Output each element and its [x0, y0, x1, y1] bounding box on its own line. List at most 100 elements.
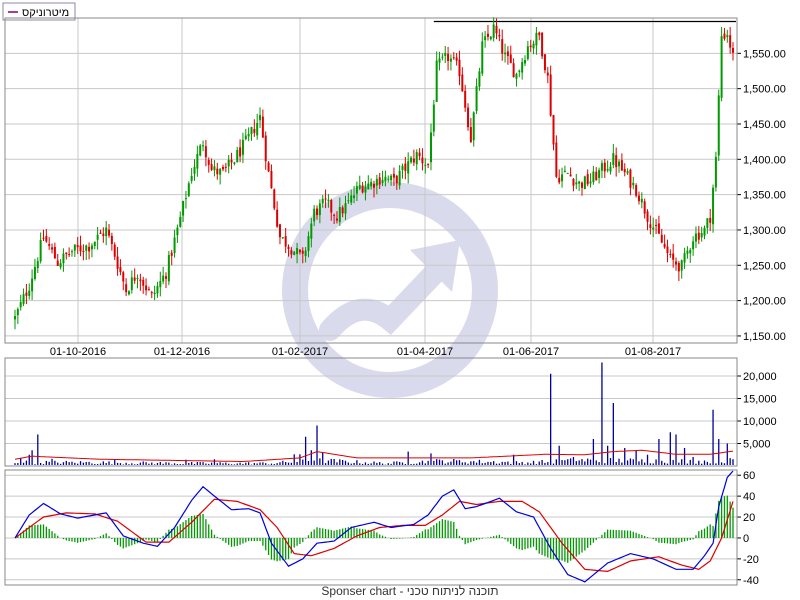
candle-body	[145, 285, 148, 291]
candle-body	[455, 57, 458, 61]
candle-body	[717, 95, 720, 156]
candle-body	[609, 166, 612, 172]
candle-body	[689, 249, 692, 254]
candle-body	[464, 90, 467, 108]
candle-body	[561, 174, 564, 182]
candle-body	[492, 24, 495, 38]
candle-body	[335, 218, 338, 221]
candle-body	[387, 178, 390, 180]
price-candle	[541, 32, 544, 60]
candle-body	[167, 255, 170, 282]
candle-body	[632, 182, 635, 186]
candle-body	[293, 251, 296, 255]
price-y-tick-label: 1,350.00	[743, 190, 786, 202]
candle-body	[264, 135, 267, 162]
candle-body	[159, 280, 162, 288]
candle-body	[629, 169, 632, 188]
candle-body	[247, 133, 250, 137]
candle-body	[139, 279, 142, 282]
macd-y-tick-label: 40	[743, 491, 755, 503]
candle-body	[407, 161, 410, 174]
candle-body	[618, 161, 621, 167]
candle-body	[512, 63, 515, 78]
candle-body	[204, 146, 207, 158]
price-x-tick-label: 01-08-2017	[625, 346, 681, 358]
candle-body	[162, 275, 165, 282]
candle-body	[278, 224, 281, 238]
candle-body	[495, 25, 498, 34]
candle-body	[449, 58, 452, 62]
candle-body	[572, 178, 575, 186]
price-y-tick-label: 1,400.00	[743, 154, 786, 166]
candle-body	[73, 244, 76, 251]
candle-body	[501, 39, 504, 54]
candle-body	[364, 186, 367, 193]
candle-body	[287, 246, 290, 249]
price-candle	[635, 183, 638, 198]
candle-body	[515, 73, 518, 79]
candle-body	[578, 181, 581, 184]
candle-body	[361, 185, 364, 193]
candle-body	[165, 276, 168, 279]
legend: מיטרוניקס	[2, 2, 76, 21]
candle-body	[99, 232, 102, 234]
candle-body	[176, 227, 179, 236]
candle-body	[652, 227, 655, 230]
candle-body	[381, 179, 384, 183]
candle-body	[680, 260, 683, 271]
candle-body	[313, 208, 316, 222]
candle-body	[598, 170, 601, 178]
candle-body	[563, 170, 566, 173]
stock-chart: מיטרוניקס 1,150.00 1,200.00 1,250.00 1,300.…	[0, 0, 800, 600]
candle-body	[549, 74, 552, 116]
candle-body	[532, 43, 535, 49]
price-y-tick-label: 1,150.00	[743, 331, 786, 343]
candle-body	[267, 162, 270, 172]
candle-body	[14, 316, 16, 320]
candle-body	[133, 277, 136, 281]
candle-body	[244, 135, 247, 140]
candle-body	[127, 291, 130, 295]
candle-body	[284, 236, 287, 247]
candle-body	[478, 71, 481, 87]
candle-body	[475, 86, 478, 111]
candle-body	[429, 132, 432, 163]
candle-body	[657, 223, 660, 234]
price-candle	[720, 27, 723, 102]
candle-body	[28, 290, 31, 296]
candle-body	[435, 60, 438, 102]
candle-body	[686, 250, 689, 254]
candle-body	[575, 182, 578, 185]
macd-y-tick-label: 60	[743, 470, 755, 482]
candle-body	[307, 236, 310, 251]
candle-body	[586, 174, 589, 185]
candle-body	[640, 198, 643, 203]
volume-y-tick-label: 5,000	[743, 439, 771, 451]
candle-body	[424, 164, 427, 166]
candle-body	[438, 58, 441, 63]
candle-body	[524, 60, 527, 64]
candle-body	[370, 181, 373, 187]
candle-body	[589, 181, 592, 184]
candle-body	[580, 182, 583, 188]
candle-body	[136, 278, 139, 280]
price-y-tick-label: 1,450.00	[743, 119, 786, 131]
candle-body	[51, 247, 54, 250]
candle-body	[635, 185, 638, 196]
price-candle	[167, 250, 170, 286]
candle-body	[341, 207, 344, 214]
price-candle	[566, 172, 569, 175]
candle-body	[603, 162, 606, 172]
candle-body	[113, 244, 116, 257]
candle-body	[526, 46, 529, 59]
candle-body	[392, 173, 395, 178]
candle-body	[102, 233, 105, 237]
price-y-tick-label: 1,300.00	[743, 225, 786, 237]
candle-body	[333, 214, 336, 216]
candle-body	[230, 159, 233, 163]
candle-body	[110, 235, 113, 244]
candle-body	[241, 139, 244, 155]
macd-y-tick-label: -20	[743, 554, 759, 566]
candle-body	[472, 112, 475, 141]
candle-body	[384, 176, 387, 182]
